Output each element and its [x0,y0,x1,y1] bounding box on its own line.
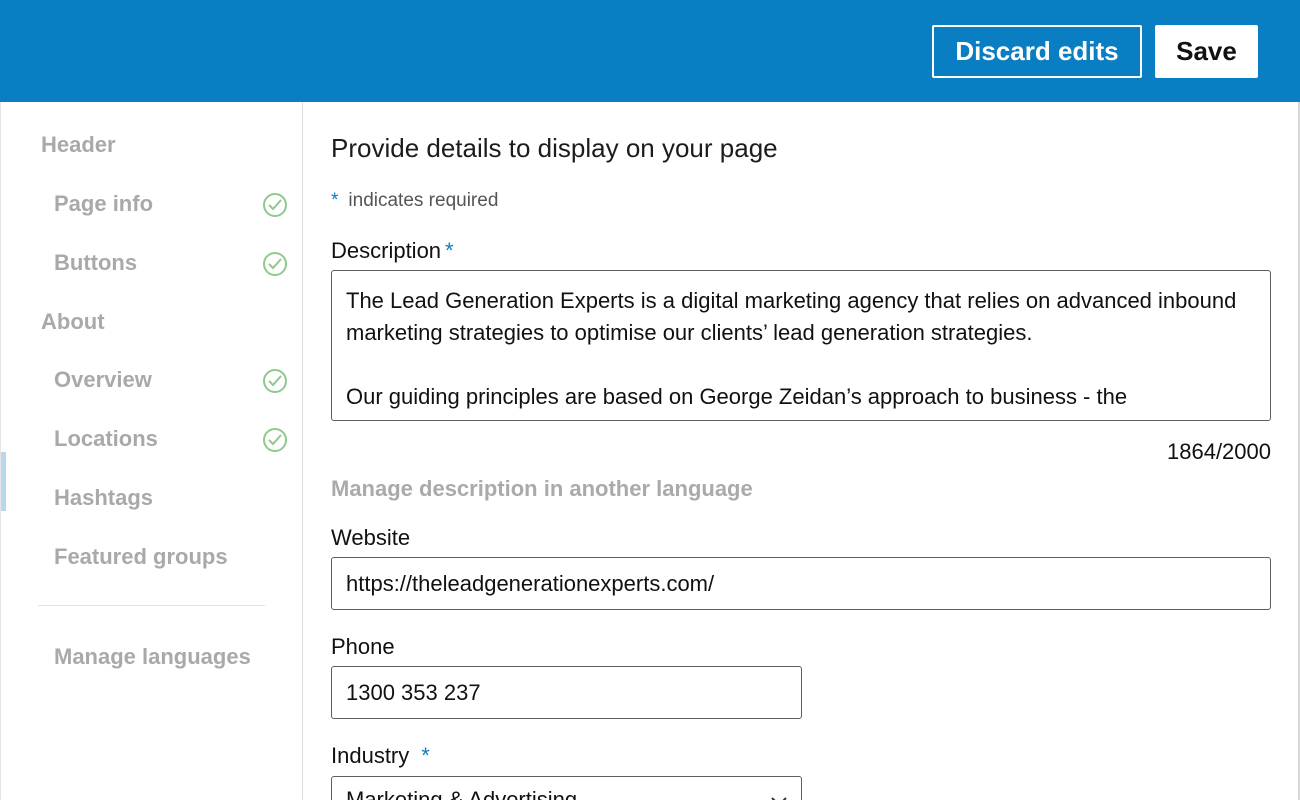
website-label: Website [331,525,411,550]
description-textarea[interactable]: The Lead Generation Experts is a digital… [331,270,1271,421]
top-bar: Discard edits Save [0,0,1300,102]
manage-description-language-link[interactable]: Manage description in another language [331,476,753,502]
check-circle-icon [263,428,287,452]
sidebar-item-overview[interactable]: Overview [54,367,152,393]
industry-label: Industry * [331,743,430,769]
check-circle-icon [263,369,287,393]
website-field[interactable]: https://theleadgenerationexperts.com/ [331,557,1271,610]
check-circle-icon [263,193,287,217]
industry-value: Marketing & Advertising [346,787,578,800]
sidebar-item-page-info[interactable]: Page info [54,191,153,217]
description-label: Description * [331,238,454,264]
discard-edits-button[interactable]: Discard edits [932,25,1142,78]
description-paragraph: The Lead Generation Experts is a digital… [346,288,1237,345]
required-note: * indicates required [331,190,498,212]
description-label-text: Description [331,238,442,263]
frame-border-left [0,102,1,800]
phone-label: Phone [331,634,395,659]
sidebar-group-about: About [41,309,105,334]
phone-field[interactable]: 1300 353 237 [331,666,802,719]
chevron-down-icon [771,787,787,800]
sidebar-group-header: Header [41,132,116,157]
phone-value: 1300 353 237 [346,679,481,705]
sidebar-item-manage-languages[interactable]: Manage languages [54,644,251,670]
description-paragraph: Our guiding principles are based on Geor… [346,384,1128,409]
sidebar-item-buttons[interactable]: Buttons [54,250,137,276]
sidebar-item-hashtags[interactable]: Hashtags [54,485,153,511]
save-button[interactable]: Save [1155,25,1258,78]
required-star: * [445,238,454,263]
website-value: https://theleadgenerationexperts.com/ [346,570,715,596]
required-star: * [421,743,430,768]
required-note-text: indicates required [348,190,499,211]
sidebar-divider [38,605,265,606]
character-counter: 1864/2000 [1167,439,1271,464]
industry-label-text: Industry [331,743,410,768]
check-circle-icon [263,252,287,276]
industry-select[interactable]: Marketing & Advertising [331,776,802,800]
sidebar-item-featured-groups[interactable]: Featured groups [54,544,228,570]
required-star: * [331,190,339,211]
page-title: Provide details to display on your page [331,133,778,163]
sidebar-item-locations[interactable]: Locations [54,426,158,452]
